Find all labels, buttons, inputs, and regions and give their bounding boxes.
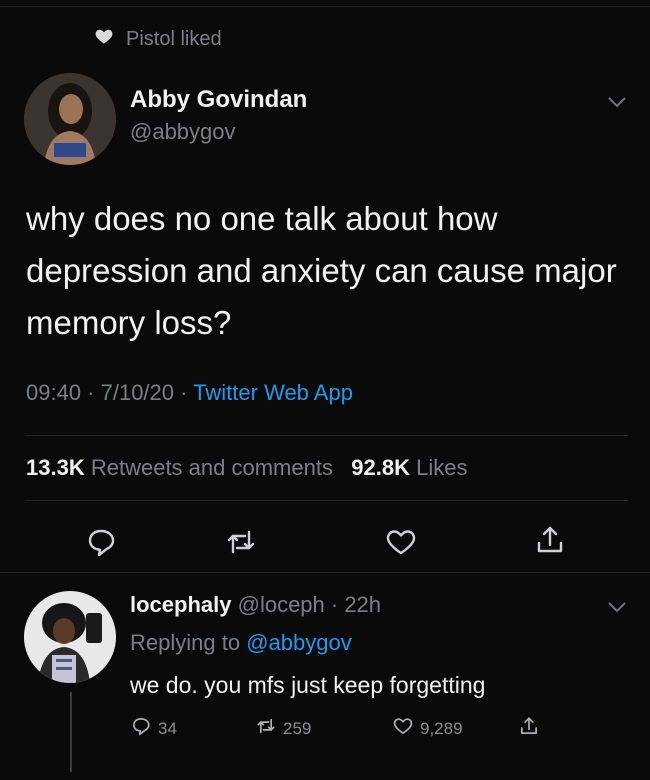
social-context-label: Pistol liked [126,27,222,50]
replying-to: Replying to @abbygov [130,630,352,655]
retweets-stat[interactable]: 13.3K Retweets and comments [26,455,333,480]
chevron-down-icon[interactable] [606,600,628,614]
reply-text: we do. you mfs just keep forgetting [130,672,486,698]
share-icon [518,715,540,742]
like-icon [392,715,414,742]
author-handle[interactable]: @abbygov [130,119,236,145]
tweet-timestamp[interactable]: 09:40 · 7/10/20 · [26,380,187,405]
retweet-count: 259 [283,718,312,738]
reply-like-button[interactable]: 9,289 [392,715,463,742]
reply-icon [130,715,152,742]
tweet-text: why does no one talk about how depressio… [26,200,617,341]
reply-reply-button[interactable]: 34 [130,715,177,742]
share-icon[interactable] [533,523,567,557]
reply-share-button[interactable] [518,715,540,742]
reply-author-avatar[interactable] [24,591,116,683]
social-context: Pistol liked [94,26,222,52]
retweet-icon[interactable] [224,525,258,559]
reply-handle-time[interactable]: @loceph · 22h [238,592,381,617]
author-avatar[interactable] [24,73,116,165]
divider [26,500,628,501]
top-divider [0,6,650,7]
divider [0,572,650,573]
author-name[interactable]: Abby Govindan [130,86,307,114]
tweet-stats: 13.3K Retweets and comments 92.8K Likes [26,455,468,481]
like-count: 9,289 [420,718,463,738]
thread-line [70,692,72,772]
reply-icon[interactable] [84,525,118,559]
tweet-meta: 09:40 · 7/10/20 · Twitter Web App [26,380,353,406]
reply-author-name[interactable]: locephaly [130,592,231,617]
like-icon[interactable] [384,525,418,559]
reply-retweet-button[interactable]: 259 [255,715,311,742]
retweet-icon [255,715,277,742]
reply-count: 34 [158,718,177,738]
divider [26,435,628,436]
replying-to-handle[interactable]: @abbygov [246,630,352,655]
chevron-down-icon[interactable] [606,95,628,109]
tweet-source[interactable]: Twitter Web App [193,380,353,405]
reply-header: locephaly @loceph · 22h [130,592,381,618]
likes-stat[interactable]: 92.8K Likes [351,455,467,480]
heart-icon [94,26,114,52]
